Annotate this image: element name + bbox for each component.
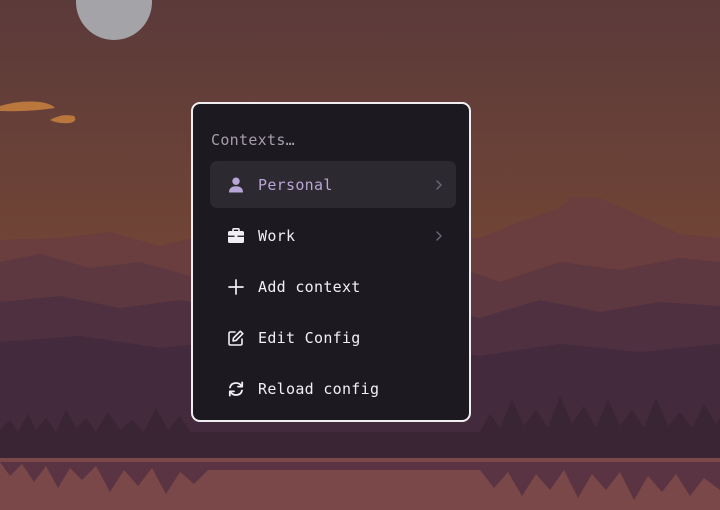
menu-item-label: Edit Config [258,328,361,347]
menu-title: Contexts… [211,131,295,149]
menu-item-label: Work [258,226,296,245]
chevron-right-icon [434,179,444,191]
plus-icon [227,278,245,296]
menu-item-reload-config[interactable]: Reload config [210,365,456,412]
briefcase-icon [227,227,245,245]
menu-item-label: Add context [258,277,361,296]
menu-item-edit-config[interactable]: Edit Config [210,314,456,361]
menu-item-label: Personal [258,175,333,194]
menu-item-label: Reload config [258,379,380,398]
edit-icon [227,329,245,347]
contexts-menu: Contexts… Personal Work Add context Edit… [191,102,471,422]
user-icon [227,176,245,194]
menu-item-work[interactable]: Work [210,212,456,259]
menu-items: Personal Work Add context Edit Config Re… [210,161,456,416]
menu-item-add-context[interactable]: Add context [210,263,456,310]
menu-item-personal[interactable]: Personal [210,161,456,208]
refresh-icon [227,380,245,398]
desktop: Contexts… Personal Work Add context Edit… [0,0,720,510]
chevron-right-icon [434,230,444,242]
